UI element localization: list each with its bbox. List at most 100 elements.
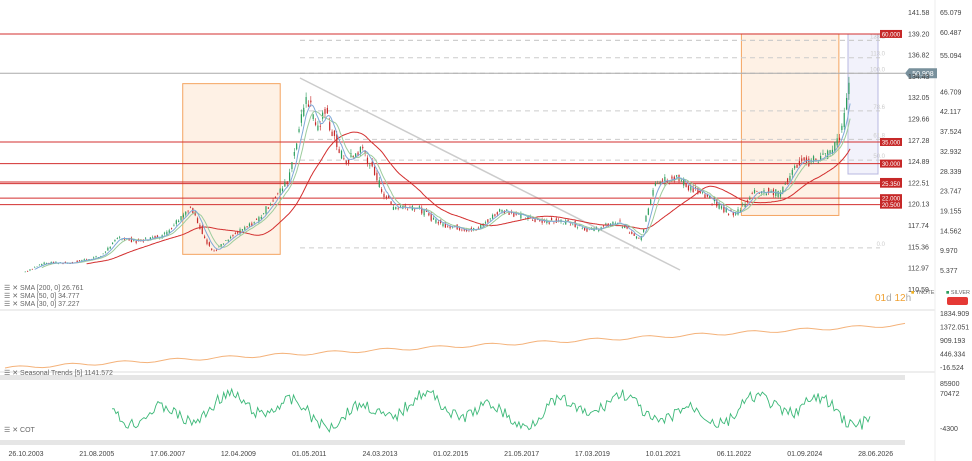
candle-body	[838, 137, 841, 141]
left-axis-tick: 139.20	[908, 31, 930, 38]
candle-body	[272, 200, 274, 202]
candle-body	[208, 242, 210, 246]
candle-body	[62, 263, 64, 265]
fib-label: 78.6	[873, 105, 885, 111]
level-label: 20.500	[882, 203, 901, 209]
candle-body	[260, 216, 262, 219]
candle-body	[628, 232, 631, 234]
candle-body	[836, 138, 838, 146]
legend-silver[interactable]: ■ SILVER	[946, 290, 970, 296]
candle-body	[281, 188, 284, 192]
candle-body	[508, 212, 510, 215]
candle-body	[657, 183, 659, 185]
right-axis-tick: 5.377	[940, 268, 958, 275]
candle-body	[753, 190, 756, 193]
trend-line	[299, 77, 681, 271]
candle-body	[848, 82, 850, 95]
fib-label: 113.0	[870, 52, 885, 58]
chart-canvas[interactable]: 138.2123.6113.0100.078.661.850.00.060.00…	[0, 0, 972, 461]
seasonal-axis-tick: -16.524	[940, 365, 964, 372]
candle-body	[152, 237, 154, 238]
candle-body	[229, 236, 232, 239]
cot-legend[interactable]: ☰ ✕ COT	[4, 426, 35, 434]
right-axis-tick: 32.932	[940, 149, 962, 156]
candle-body	[442, 223, 444, 227]
candle-body	[801, 158, 803, 162]
trading-chart[interactable]: 138.2 123.6 113.0 100.0 78.6 61.8 50.0 0.0 60.00…	[0, 0, 972, 461]
candle-body	[373, 166, 376, 176]
cot-label: COT	[20, 427, 35, 434]
candle-body	[196, 218, 199, 224]
seasonal-label: Seasonal Trends [5] 1141.572	[20, 370, 113, 377]
candle-body	[744, 204, 746, 207]
timer: 01d 12h	[875, 293, 912, 304]
seasonal-line	[4, 322, 906, 369]
date-tick: 17.06.2007	[150, 451, 185, 458]
legend-tnote[interactable]: ■ TNOTE	[911, 290, 934, 296]
level-label: 30.000	[882, 162, 901, 168]
candle-body	[175, 220, 177, 224]
candle-body	[288, 172, 291, 181]
candle-body	[499, 209, 501, 212]
right-axis-tick: 23.747	[940, 189, 962, 196]
date-tick: 28.06.2026	[858, 451, 893, 458]
candle-body	[329, 122, 331, 131]
candle-body	[494, 214, 496, 216]
candle-body	[38, 264, 41, 266]
candle-body	[324, 109, 326, 114]
candle-body	[395, 206, 397, 210]
candle-body	[824, 153, 826, 154]
candle-body	[27, 270, 29, 272]
candle-body	[652, 189, 654, 196]
candle-body	[638, 237, 640, 239]
candle-body	[31, 268, 33, 270]
candle-body	[95, 256, 97, 258]
candle-body	[654, 183, 657, 186]
candle-body	[317, 125, 319, 131]
candle-body	[376, 172, 378, 181]
candle-body	[581, 228, 583, 230]
candle-body	[220, 244, 222, 247]
candle-body	[843, 112, 845, 128]
indicator-legend-sma50[interactable]: ☰ ✕ SMA [50, 0] 34.777	[4, 292, 80, 300]
silver-color-swatch[interactable]	[947, 297, 968, 305]
candle-body	[319, 125, 321, 127]
candle-body	[187, 210, 189, 212]
candle-body	[189, 206, 192, 208]
date-tick: 10.01.2021	[646, 451, 681, 458]
seasonal-legend[interactable]: ☰ ✕ Seasonal Trends [5] 1141.572	[4, 369, 113, 377]
right-axis-tick: 55.094	[940, 53, 962, 60]
indicator-legend-sma200[interactable]: ☰ ✕ SMA [200, 0] 26.761	[4, 284, 83, 292]
candle-body	[286, 182, 288, 184]
candle-body	[739, 210, 741, 212]
date-tick: 01.02.2015	[433, 451, 468, 458]
left-axis-tick: 124.89	[908, 159, 930, 166]
candle-body	[366, 157, 369, 164]
candle-body	[255, 219, 258, 220]
sma200-label: SMA [200, 0] 26.761	[20, 285, 84, 292]
candle-body	[432, 218, 435, 220]
indicator-legend-sma30[interactable]: ☰ ✕ SMA [30, 0] 37.227	[4, 300, 80, 308]
candle-body	[34, 267, 36, 268]
candle-body	[104, 251, 107, 253]
date-tick: 06.11.2022	[717, 451, 752, 458]
candle-body	[213, 250, 215, 252]
candle-body	[742, 204, 744, 205]
candle-body	[803, 157, 805, 161]
candle-body	[347, 159, 350, 164]
candle-body	[572, 224, 574, 226]
candle-body	[789, 175, 791, 181]
candle-body	[274, 196, 277, 198]
candle-body	[635, 236, 638, 239]
right-axis-tick: 60.487	[940, 30, 962, 37]
candle-body	[312, 114, 314, 120]
fib-label: 100.0	[870, 67, 886, 73]
candle-body	[102, 253, 104, 255]
candle-body	[359, 146, 361, 153]
candle-body	[378, 180, 380, 187]
candle-body	[43, 262, 45, 264]
candle-body	[333, 130, 336, 136]
left-axis-tick: 122.51	[908, 180, 930, 187]
candle-body	[178, 220, 180, 223]
candle-body	[114, 240, 116, 242]
